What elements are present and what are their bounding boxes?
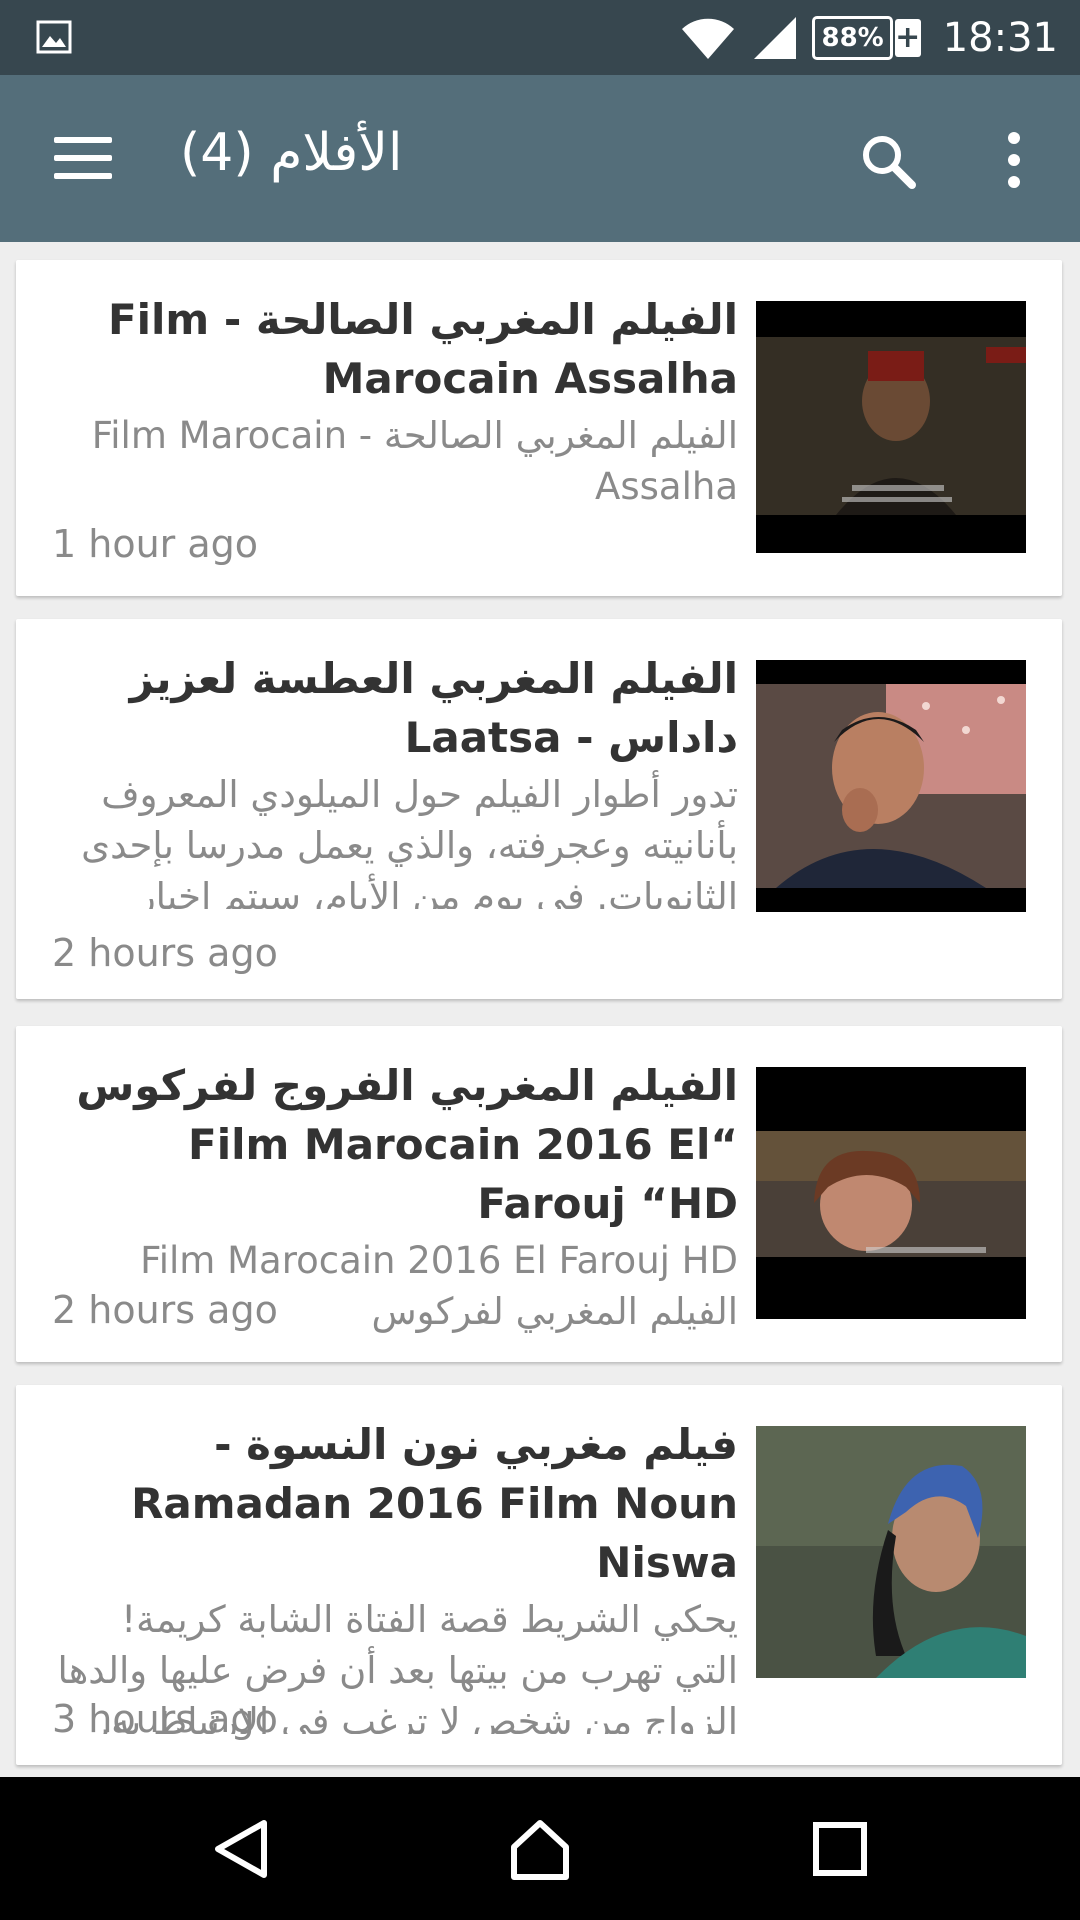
list-item[interactable]: الفيلم المغربي الصالحة - Film Marocain A… xyxy=(16,260,1062,596)
video-description: الفيلم المغربي الصالحة - Film Marocain A… xyxy=(91,414,738,508)
recents-icon[interactable] xyxy=(808,1817,872,1881)
menu-icon[interactable] xyxy=(54,137,112,181)
battery-percent: 88% xyxy=(812,15,893,60)
list-item[interactable]: فيلم مغربي نون النسوة - Ramadan 2016 Fil… xyxy=(16,1385,1062,1765)
video-thumbnail[interactable] xyxy=(756,301,1026,553)
back-icon[interactable] xyxy=(210,1817,274,1881)
video-time: 2 hours ago xyxy=(52,931,278,975)
gallery-notification-icon xyxy=(36,20,72,54)
battery-icon: 88% + xyxy=(812,15,921,60)
navigation-bar xyxy=(0,1777,1080,1920)
video-title: الفيلم المغربي العطسة لعزيز داداس - Laat… xyxy=(129,654,738,762)
list-item[interactable]: الفيلم المغربي العطسة لعزيز داداس - Laat… xyxy=(16,619,1062,999)
video-time: 3 hours ago xyxy=(52,1697,278,1741)
more-vert-icon[interactable] xyxy=(1000,131,1028,189)
video-title: الفيلم المغربي الفروج لفركوس “Film Maroc… xyxy=(76,1061,738,1228)
cellular-signal-icon xyxy=(754,16,797,59)
video-thumbnail[interactable] xyxy=(756,1426,1026,1678)
video-time: 2 hours ago xyxy=(52,1288,278,1332)
video-title: فيلم مغربي نون النسوة - Ramadan 2016 Fil… xyxy=(131,1420,738,1587)
clock: 18:31 xyxy=(942,14,1058,61)
battery-charging-icon: + xyxy=(894,18,921,57)
status-bar: 88% + 18:31 xyxy=(0,0,1080,75)
video-thumbnail[interactable] xyxy=(756,1067,1026,1319)
video-title: الفيلم المغربي الصالحة - Film Marocain A… xyxy=(107,295,738,403)
list-item[interactable]: الفيلم المغربي الفروج لفركوس “Film Maroc… xyxy=(16,1026,1062,1362)
search-icon[interactable] xyxy=(858,131,918,191)
video-thumbnail[interactable] xyxy=(756,660,1026,912)
home-icon[interactable] xyxy=(508,1817,572,1881)
video-description: تدور أطوار الفيلم حول الميلودي المعروف ب… xyxy=(81,773,738,909)
app-bar: الأفلام (4) xyxy=(0,75,1080,242)
page-title: الأفلام (4) xyxy=(180,123,403,183)
video-time: 1 hour ago xyxy=(52,522,259,566)
wifi-icon xyxy=(682,18,735,59)
